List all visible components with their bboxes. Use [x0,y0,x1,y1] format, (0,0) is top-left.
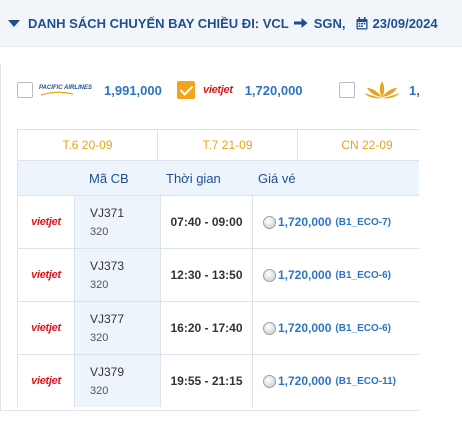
flight-list-header: DANH SÁCH CHUYẾN BAY CHIỀU ĐI: VCL SGN, … [0,0,462,47]
fare-option[interactable]: 1,720,000 (B1_ECO-6) [252,249,419,301]
flight-date: 23/09/2024 [372,15,438,31]
vietjet-checkbox[interactable] [177,81,195,99]
fare-class: (B1_ECO-6) [335,322,391,334]
aircraft-type: 320 [90,226,109,238]
calendar-icon [356,16,368,30]
destination-code: SGN, [313,15,346,31]
flight-code-cell: VJ373 320 [74,249,160,301]
date-selector: T.6 20-09 T.7 21-09 CN 22-09 [17,129,419,161]
vietnam-airlines-lowest-price: 1, [409,82,419,98]
airline-filter-vietjet[interactable]: vietjet 1,720,000 [177,79,303,101]
aircraft-type: 320 [90,279,109,291]
flight-time: 07:40 - 09:00 [160,196,252,248]
airline-logo-cell: vietjet [18,355,74,407]
caret-down-icon[interactable] [8,20,20,27]
flight-code: VJ377 [90,312,125,326]
column-header-flight-code: Mã CB [89,171,129,186]
airline-logo-cell: vietjet [18,302,74,354]
airline-logo-cell: vietjet [18,249,74,301]
pacific-checkbox[interactable] [17,82,33,98]
aircraft-type: 320 [90,385,109,397]
fare-option[interactable]: 1,720,000 (B1_ECO-7) [252,196,419,248]
vietjet-logo: vietjet [31,322,61,334]
airline-filter-pacific[interactable]: PACIFIC AIRLINES 1,991,000 [17,79,162,101]
fare-price: 1,720,000 [278,215,332,229]
flight-code: VJ371 [90,206,125,220]
fare-price: 1,720,000 [278,321,332,335]
column-header-price: Giá vé [258,171,296,186]
pacific-airlines-logo: PACIFIC AIRLINES [39,85,92,96]
fare-class: (B1_ECO-6) [335,269,391,281]
flight-code: VJ379 [90,365,125,379]
fare-option[interactable]: 1,720,000 (B1_ECO-11) [252,355,419,407]
flight-results-panel: PACIFIC AIRLINES 1,991,000 vietjet 1,720… [0,63,419,411]
flight-time: 16:20 - 17:40 [160,302,252,354]
page-title: DANH SÁCH CHUYẾN BAY CHIỀU ĐI: VCL [28,15,289,31]
vietjet-lowest-price: 1,720,000 [244,82,303,98]
fare-option[interactable]: 1,720,000 (B1_ECO-6) [252,302,419,354]
vietjet-logo: vietjet [31,216,61,228]
fare-price: 1,720,000 [278,374,332,388]
vietjet-logo: vietjet [31,269,61,281]
fare-class: (B1_ECO-11) [335,375,396,387]
flight-code-cell: VJ371 320 [74,196,160,248]
fare-radio[interactable] [263,268,276,282]
flight-code-cell: VJ377 320 [74,302,160,354]
date-tab-2[interactable]: CN 22-09 [296,129,419,161]
header-title-row: DANH SÁCH CHUYẾN BAY CHIỀU ĐI: VCL SGN, … [8,13,438,33]
date-tab-0[interactable]: T.6 20-09 [17,129,157,161]
table-row[interactable]: vietjet VJ379 320 19:55 - 21:15 1,720,00… [17,354,419,407]
fare-class: (B1_ECO-7) [335,216,391,228]
aircraft-type: 320 [90,332,109,344]
vietjet-logo: vietjet [203,84,233,96]
fare-radio[interactable] [263,374,276,388]
pacific-lowest-price: 1,991,000 [104,82,162,98]
date-tab-1[interactable]: T.7 21-09 [156,129,297,161]
table-row[interactable]: vietjet VJ377 320 16:20 - 17:40 1,720,00… [17,301,419,354]
vietnam-airlines-checkbox[interactable] [339,82,355,98]
flight-code: VJ373 [90,259,125,273]
flight-time: 12:30 - 13:50 [160,249,252,301]
lotus-logo-icon [363,79,401,101]
airline-logo-cell: vietjet [18,196,74,248]
fare-radio[interactable] [263,321,276,335]
fare-radio[interactable] [263,215,276,229]
column-header-time: Thời gian [166,171,221,186]
vietjet-logo: vietjet [31,375,61,387]
flight-time: 19:55 - 21:15 [160,355,252,407]
table-row[interactable]: vietjet VJ373 320 12:30 - 13:50 1,720,00… [17,248,419,301]
flight-code-cell: VJ379 320 [74,355,160,407]
table-row[interactable]: vietjet VJ371 320 07:40 - 09:00 1,720,00… [17,195,419,248]
airline-filter-vietnam-airlines[interactable]: 1, [339,79,419,101]
fare-price: 1,720,000 [278,268,332,282]
arrow-right-icon [293,17,308,29]
flight-table-header: Mã CB Thời gian Giá vé [17,161,419,195]
